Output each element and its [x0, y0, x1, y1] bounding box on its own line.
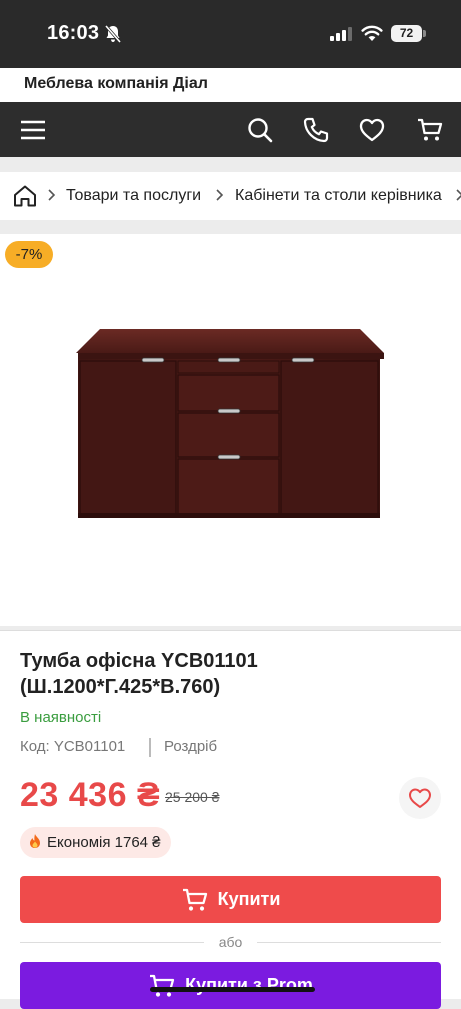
main-navbar	[0, 102, 461, 157]
savings-text: Економія 1764 ₴	[47, 834, 161, 851]
product-image[interactable]	[74, 327, 386, 519]
product-price: 23 436 ₴	[20, 776, 161, 814]
sale-type: Роздріб	[164, 738, 218, 755]
product-title: Тумба офісна YCB01101 (Ш.1200*Г.425*В.76…	[20, 650, 258, 698]
breadcrumb: Товари та послуги Кабінети та столи кері…	[0, 172, 461, 220]
stock-status: В наявності	[20, 709, 102, 726]
divider	[257, 942, 441, 943]
breadcrumb-item[interactable]: Кабінети та столи керівника	[235, 187, 442, 205]
bell-muted-icon	[104, 25, 122, 43]
chevron-right-icon	[48, 189, 56, 201]
company-name[interactable]: Меблева компанія Діал	[24, 75, 208, 93]
buy-button[interactable]: Купити	[20, 876, 441, 923]
battery-level: 72	[391, 25, 422, 42]
buy-button-label: Купити	[217, 889, 281, 909]
add-to-favorites-button[interactable]	[399, 777, 441, 819]
fire-icon	[30, 834, 40, 848]
battery-icon	[423, 30, 426, 37]
phone-icon[interactable]	[302, 116, 330, 144]
status-time: 16:03	[47, 22, 100, 44]
heart-icon[interactable]	[358, 116, 386, 144]
cart-icon	[182, 888, 207, 911]
old-price: 25 200 ₴	[165, 789, 220, 805]
cart-icon	[150, 974, 175, 997]
status-bar: 16:03 72	[0, 0, 461, 68]
savings-badge: Економія 1764 ₴	[20, 827, 171, 858]
menu-icon[interactable]	[19, 116, 47, 144]
cart-icon[interactable]	[416, 116, 444, 144]
wifi-icon	[361, 25, 383, 41]
product-sku: Код: YCB01101	[20, 738, 126, 755]
divider	[149, 738, 151, 757]
heart-icon	[409, 788, 431, 808]
signal-icon	[330, 27, 352, 41]
prom-button-label: Купити з Prom	[185, 975, 313, 995]
search-icon[interactable]	[246, 116, 274, 144]
discount-badge: -7%	[5, 241, 53, 268]
chevron-right-icon	[216, 189, 224, 201]
buy-with-prom-button[interactable]: Купити з Prom	[20, 962, 441, 1009]
chevron-right-icon	[456, 189, 461, 201]
spacer	[0, 157, 461, 172]
breadcrumb-item[interactable]: Товари та послуги	[66, 187, 201, 205]
or-separator: або	[20, 932, 441, 952]
product-info-card: Тумба офісна YCB01101 (Ш.1200*Г.425*В.76…	[0, 630, 461, 1009]
home-icon[interactable]	[12, 184, 38, 208]
home-indicator[interactable]	[150, 987, 315, 992]
spacer	[0, 220, 461, 234]
company-header: Меблева компанія Діал	[0, 68, 461, 102]
product-gallery[interactable]: -7%	[0, 234, 461, 626]
